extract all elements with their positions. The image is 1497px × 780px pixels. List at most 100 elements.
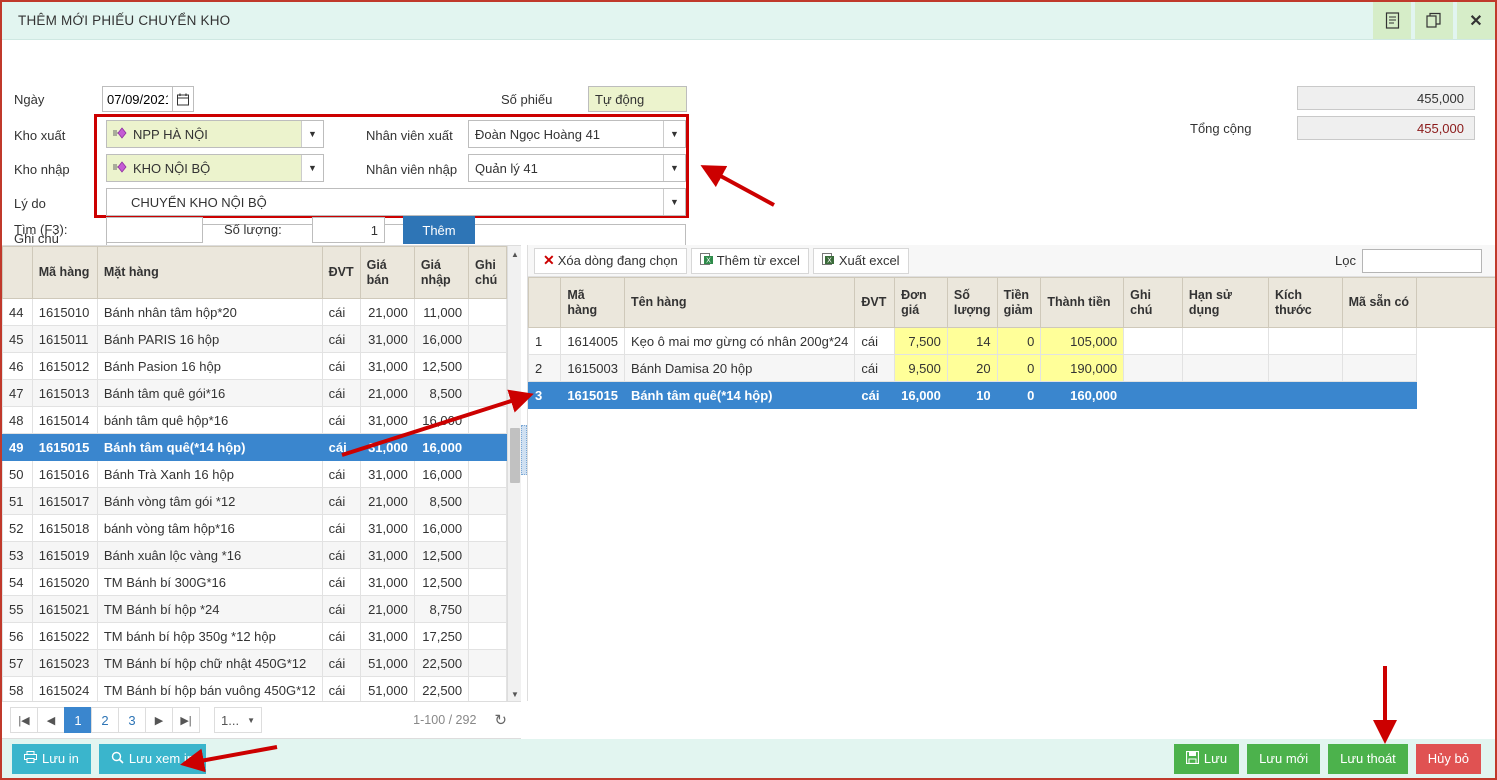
row-index: 47 — [2, 379, 33, 407]
staff-out-select[interactable]: Đoàn Ngọc Hoàng 41 ▼ — [468, 120, 686, 148]
save-print-button[interactable]: Lưu in — [12, 743, 91, 774]
page-next-button[interactable]: ▶ — [145, 707, 173, 733]
row-cost-price: 22,500 — [413, 649, 470, 677]
table-row[interactable]: 54 1615020 TM Bánh bí 300G*16 cái 31,000 12,5… — [2, 568, 507, 596]
filter-input[interactable] — [1362, 248, 1482, 273]
date-input[interactable] — [102, 86, 172, 112]
chevron-down-icon[interactable]: ▼ — [663, 121, 685, 147]
page-first-button[interactable]: |◀ — [10, 707, 38, 733]
save-exit-button[interactable]: Lưu thoát — [1328, 743, 1408, 774]
titlebar-tools: ✕ — [1369, 2, 1495, 39]
warehouse-out-select[interactable]: NPP HÀ NỘI ▼ — [106, 120, 324, 148]
table-row[interactable]: 56 1615022 TM bánh bí hộp 350g *12 hộp cái 3… — [2, 622, 507, 650]
delete-row-button[interactable]: ✕ Xóa dòng đang chọn — [534, 247, 687, 274]
table-row[interactable]: 50 1615016 Bánh Trà Xanh 16 hộp cái 31,000 16… — [2, 460, 507, 488]
row-note — [468, 541, 507, 569]
filter-label: Lọc — [1335, 253, 1356, 268]
table-row[interactable]: 52 1615018 bánh vòng tâm hộp*16 cái 31,000 16… — [2, 514, 507, 542]
table-row[interactable]: 53 1615019 Bánh xuân lộc vàng *16 cái 31,000… — [2, 541, 507, 569]
close-icon[interactable]: ✕ — [1457, 2, 1495, 39]
page-1-button[interactable]: 1 — [64, 707, 92, 733]
receipt-no-input[interactable] — [588, 86, 687, 112]
drow-available — [1341, 354, 1418, 382]
table-row[interactable]: 46 1615012 Bánh Pasion 16 hộp cái 31,000 12,5… — [2, 352, 507, 380]
table-row[interactable]: 49 1615015 Bánh tâm quê(*14 hộp) cái 31,000 1… — [2, 433, 507, 461]
excel-export-icon: X — [821, 252, 836, 269]
row-note — [468, 595, 507, 623]
table-row[interactable]: 58 1615024 TM Bánh bí hộp bán vuông 450G*1… — [2, 676, 507, 701]
dcol-name: Tên hàng — [623, 277, 856, 328]
cancel-button[interactable]: Hủy bỏ — [1415, 743, 1481, 774]
table-row[interactable]: 48 1615014 bánh tâm quê hộp*16 cái 31,000 16,… — [2, 406, 507, 434]
row-note — [468, 352, 507, 380]
export-excel-button[interactable]: X Xuất excel — [812, 247, 909, 274]
add-button[interactable]: Thêm — [403, 216, 475, 244]
row-note — [468, 487, 507, 515]
calendar-icon[interactable] — [172, 86, 194, 112]
table-row[interactable]: 44 1615010 Bánh nhân tâm hộp*20 cái 21,000 11… — [2, 298, 507, 326]
drow-index: 3 — [528, 381, 562, 409]
chevron-down-icon[interactable]: ▼ — [663, 155, 685, 181]
row-unit: cái — [321, 568, 361, 596]
row-name: TM Bánh bí hộp chữ nhật 450G*12 — [96, 649, 323, 677]
page-size-select[interactable]: 1... ▼ — [214, 707, 262, 733]
dcol-available: Mã sẵn có — [1341, 277, 1418, 328]
save-button[interactable]: Lưu — [1173, 743, 1240, 774]
page-2-button[interactable]: 2 — [91, 707, 119, 733]
grand-total-label: Tổng cộng — [1190, 121, 1252, 136]
scroll-down-icon[interactable]: ▼ — [508, 686, 521, 701]
product-table-scrollbar[interactable]: ▲ ▼ — [507, 246, 521, 701]
detail-row[interactable]: 3 1615015 Bánh tâm quê(*14 hộp) cái 16,000 10… — [528, 381, 1495, 409]
save-new-button[interactable]: Lưu mới — [1247, 743, 1321, 774]
dcol-size: Kích thước — [1267, 277, 1343, 328]
row-name: TM Bánh bí hộp bán vuông 450G*12 — [96, 676, 323, 701]
warehouse-in-select[interactable]: KHO NỘI BỘ ▼ — [106, 154, 324, 182]
drow-code: 1614005 — [560, 327, 625, 355]
quantity-input[interactable] — [312, 217, 385, 243]
detail-row[interactable]: 1 1614005 Kẹo ô mai mơ gừng có nhân 200g*2… — [528, 327, 1495, 355]
save-preview-button[interactable]: Lưu xem in — [98, 743, 206, 774]
row-sale-price: 31,000 — [359, 541, 415, 569]
staff-in-label: Nhân viên nhập — [366, 162, 458, 177]
table-row[interactable]: 55 1615021 TM Bánh bí hộp *24 cái 21,000 8,75… — [2, 595, 507, 623]
row-name: TM bánh bí hộp 350g *12 hộp — [96, 622, 323, 650]
page-3-button[interactable]: 3 — [118, 707, 146, 733]
row-sale-price: 31,000 — [359, 568, 415, 596]
chevron-down-icon[interactable]: ▼ — [301, 155, 323, 181]
row-cost-price: 17,250 — [413, 622, 470, 650]
document-icon[interactable] — [1373, 2, 1411, 39]
page-last-button[interactable]: ▶| — [172, 707, 200, 733]
printer-icon — [24, 751, 37, 766]
product-list-panel: Mã hàng Mặt hàng ĐVT Giá bán Giá nhập Gh… — [2, 245, 521, 701]
drow-code: 1615015 — [560, 381, 625, 409]
chevron-down-icon[interactable]: ▼ — [301, 121, 323, 147]
date-picker[interactable] — [102, 86, 194, 112]
table-row[interactable]: 45 1615011 Bánh PARIS 16 hộp cái 31,000 16,00… — [2, 325, 507, 353]
scroll-up-icon[interactable]: ▲ — [508, 246, 521, 262]
save-label: Lưu — [1203, 751, 1228, 766]
dcol-discount: Tiền giảm — [996, 277, 1042, 328]
chevron-down-icon: ▼ — [247, 715, 255, 725]
table-row[interactable]: 51 1615017 Bánh vòng tâm gói *12 cái 21,000 8… — [2, 487, 507, 515]
chevron-down-icon[interactable]: ▼ — [663, 189, 685, 215]
row-cost-price: 12,500 — [413, 541, 470, 569]
staff-in-select[interactable]: Quản lý 41 ▼ — [468, 154, 686, 182]
grand-total-value — [1297, 116, 1475, 140]
warehouse-in-value: KHO NỘI BỘ — [133, 160, 211, 176]
refresh-icon[interactable]: ↻ — [494, 711, 507, 729]
search-input[interactable] — [106, 217, 203, 243]
import-excel-button[interactable]: X Thêm từ excel — [690, 247, 809, 274]
drow-filler — [1416, 327, 1495, 355]
copy-icon[interactable] — [1415, 2, 1453, 39]
page-size-value: 1... — [221, 712, 240, 728]
table-row[interactable]: 57 1615023 TM Bánh bí hộp chữ nhật 450G*12… — [2, 649, 507, 677]
table-row[interactable]: 47 1615013 Bánh tâm quê gói*16 cái 21,000 8,5… — [2, 379, 507, 407]
reason-select[interactable]: CHUYỂN KHO NỘI BỘ ▼ — [106, 188, 686, 216]
transfer-slip-dialog: THÊM MỚI PHIẾU CHUYỂN KHO ✕ Ngày Số phiế… — [0, 0, 1497, 780]
row-code: 1615017 — [31, 487, 98, 515]
page-prev-button[interactable]: ◀ — [37, 707, 65, 733]
row-name: bánh tâm quê hộp*16 — [96, 406, 323, 434]
scrollbar-thumb[interactable] — [510, 428, 520, 483]
detail-row[interactable]: 2 1615003 Bánh Damisa 20 hộp cái 9,500 20 0 190… — [528, 354, 1495, 382]
drow-expiry — [1181, 381, 1269, 409]
